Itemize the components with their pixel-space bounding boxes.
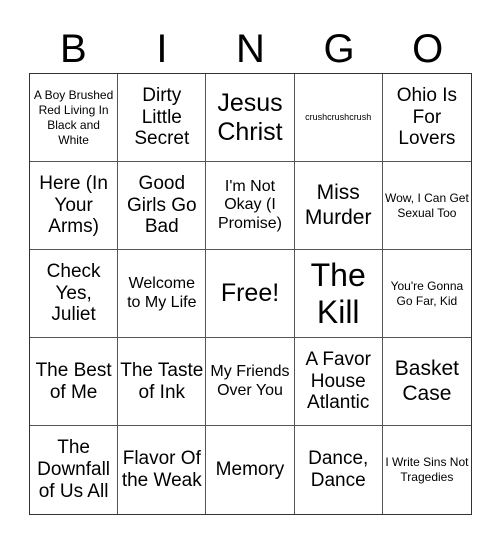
bingo-cell[interactable]: My Friends Over You <box>206 338 295 426</box>
header-letter-o: O <box>412 27 444 71</box>
free-space[interactable]: Free! <box>206 250 295 338</box>
header-letter-g: G <box>323 27 355 71</box>
bingo-cell[interactable]: Good Girls Go Bad <box>118 162 207 250</box>
bingo-cell[interactable]: The Taste of Ink <box>118 338 207 426</box>
bingo-header: B I N G O <box>29 26 472 72</box>
bingo-cell[interactable]: A Boy Brushed Red Living In Black and Wh… <box>30 74 119 162</box>
bingo-cell[interactable]: Memory <box>206 426 295 514</box>
bingo-cell[interactable]: Here (In Your Arms) <box>30 162 119 250</box>
bingo-cell[interactable]: The Best of Me <box>30 338 119 426</box>
header-letter-b: B <box>59 27 87 71</box>
bingo-cell[interactable]: Basket Case <box>382 338 471 426</box>
bingo-cell[interactable]: Flavor Of the Weak <box>118 426 207 514</box>
bingo-cell[interactable]: The Kill <box>294 250 383 338</box>
bingo-cell[interactable]: Wow, I Can Get Sexual Too <box>382 162 471 250</box>
bingo-cell[interactable]: Check Yes, Juliet <box>30 250 119 338</box>
bingo-cell[interactable]: Welcome to My Life <box>118 250 207 338</box>
header-letter-i: I <box>156 27 168 71</box>
bingo-cell[interactable]: I Write Sins Not Tragedies <box>383 426 471 514</box>
bingo-cell[interactable]: A Favor House Atlantic <box>294 338 383 426</box>
header-letter-n: N <box>236 27 265 71</box>
bingo-cell[interactable]: Dirty Little Secret <box>118 74 207 162</box>
bingo-card-grid: A Boy Brushed Red Living In Black and Wh… <box>29 73 472 515</box>
bingo-cell[interactable]: The Downfall of Us All <box>30 426 119 514</box>
bingo-cell[interactable]: Dance, Dance <box>295 426 383 514</box>
bingo-cell[interactable]: Jesus Christ <box>206 74 295 162</box>
bingo-cell[interactable]: Ohio Is For Lovers <box>382 74 471 162</box>
bingo-cell[interactable]: I'm Not Okay (I Promise) <box>206 162 295 250</box>
bingo-cell[interactable]: Miss Murder <box>294 162 383 250</box>
bingo-cell[interactable]: crushcrushcrush <box>294 74 383 162</box>
bingo-cell[interactable]: You're Gonna Go Far, Kid <box>382 250 471 338</box>
